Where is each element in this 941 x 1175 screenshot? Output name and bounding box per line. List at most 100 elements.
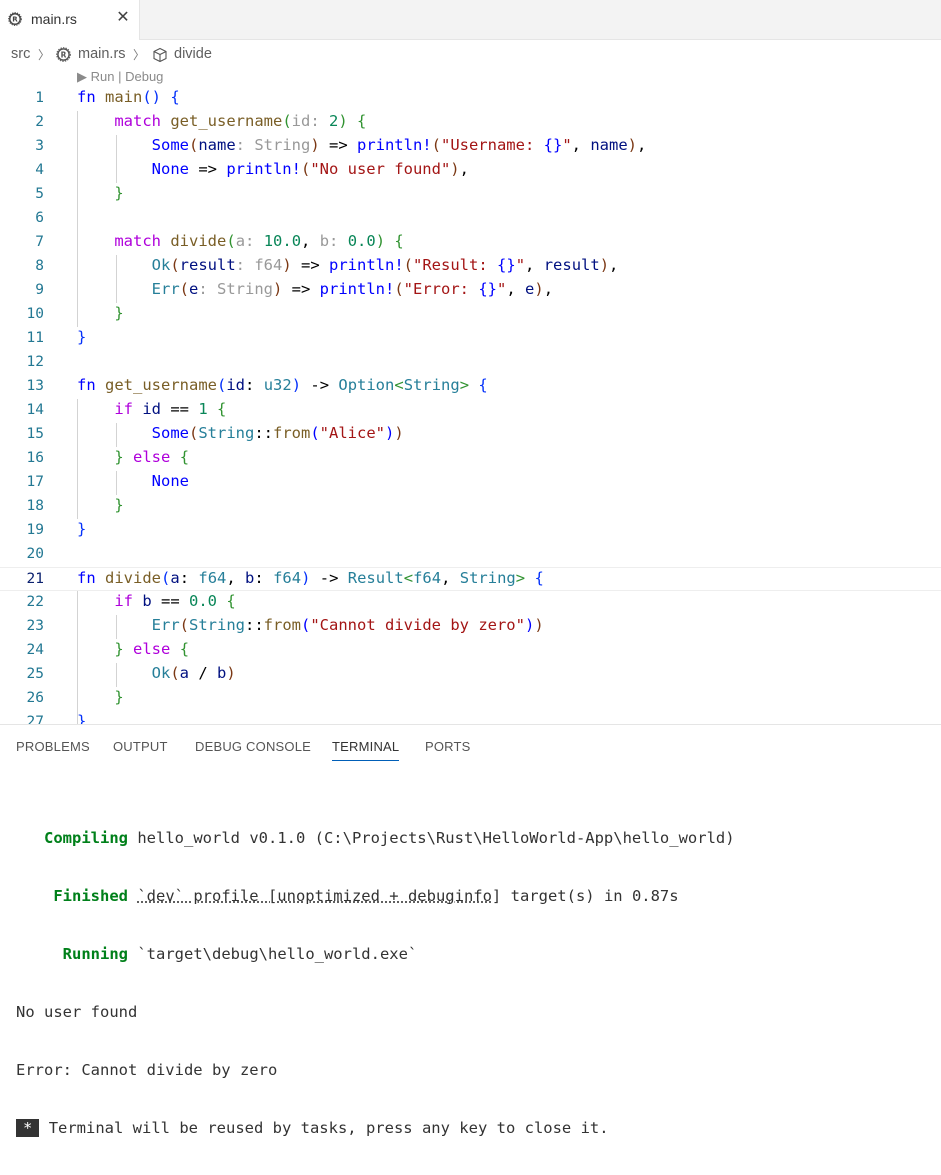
tab-output[interactable]: OUTPUT bbox=[113, 739, 168, 754]
chevron-right-icon: 〉 bbox=[133, 48, 146, 62]
code-line: 24 } else { bbox=[0, 639, 941, 663]
line-code: match get_username(id: 2) { bbox=[114, 112, 367, 130]
line-number: 15 bbox=[26, 426, 44, 442]
line-number: 21 bbox=[26, 571, 44, 587]
line-code: } bbox=[77, 328, 87, 346]
line-number: 9 bbox=[35, 282, 44, 298]
line-code: None => println!("No user found"), bbox=[151, 160, 469, 178]
rust-icon: R bbox=[8, 12, 22, 26]
terminal-line: Running `target\debug\hello_world.exe` bbox=[16, 943, 735, 965]
code-line: 16 } else { bbox=[0, 447, 941, 471]
line-code: fn divide(a: f64, b: f64) -> Result<f64,… bbox=[77, 569, 544, 587]
running-text: `target\debug\hello_world.exe` bbox=[137, 945, 418, 963]
line-code: Some(name: String) => println!("Username… bbox=[151, 136, 647, 154]
finished-rest: target(s) in 0.87s bbox=[510, 887, 679, 905]
line-number: 4 bbox=[35, 162, 44, 178]
line-code: } bbox=[114, 184, 124, 202]
code-line: 19} bbox=[0, 519, 941, 543]
code-line: 23 Err(String::from("Cannot divide by ze… bbox=[0, 615, 941, 639]
line-number: 16 bbox=[26, 450, 44, 466]
tab-problems[interactable]: PROBLEMS bbox=[16, 739, 90, 754]
codelens-run[interactable]: Run bbox=[91, 69, 115, 84]
bottom-panel: PROBLEMS OUTPUT DEBUG CONSOLE TERMINAL P… bbox=[0, 724, 941, 1137]
line-number: 6 bbox=[35, 210, 44, 226]
terminal-badge: * bbox=[16, 1119, 40, 1137]
code-line: 11} bbox=[0, 327, 941, 351]
code-line: 12 bbox=[0, 351, 941, 375]
line-number: 8 bbox=[35, 258, 44, 274]
tab-debug-console[interactable]: DEBUG CONSOLE bbox=[195, 739, 311, 754]
line-number: 12 bbox=[26, 354, 44, 370]
tab-ports[interactable]: PORTS bbox=[425, 739, 471, 754]
line-code: fn main() { bbox=[77, 88, 180, 106]
line-number: 24 bbox=[26, 642, 44, 658]
line-code: if id == 1 { bbox=[114, 400, 227, 418]
line-number: 11 bbox=[26, 330, 44, 346]
line-number: 5 bbox=[35, 186, 44, 202]
line-number: 7 bbox=[35, 234, 44, 250]
code-line: 7 match divide(a: 10.0, b: 0.0) { bbox=[0, 231, 941, 255]
panel-tabs: PROBLEMS OUTPUT DEBUG CONSOLE TERMINAL P… bbox=[0, 739, 941, 765]
code-line: 1 fn main() { bbox=[0, 87, 941, 111]
line-code: Err(e: String) => println!("Error: {}", … bbox=[151, 280, 554, 298]
line-number: 3 bbox=[35, 138, 44, 154]
code-line: 26 } bbox=[0, 687, 941, 711]
chevron-right-icon: 〉 bbox=[38, 48, 51, 62]
code-line: 15 Some(String::from("Alice")) bbox=[0, 423, 941, 447]
svg-text:R: R bbox=[12, 16, 18, 24]
line-number: 23 bbox=[26, 618, 44, 634]
code-line: 13 fn get_username(id: u32) -> Option<Str… bbox=[0, 375, 941, 399]
line-code: } bbox=[114, 304, 124, 322]
code-line: 2 match get_username(id: 2) { bbox=[0, 111, 941, 135]
code-line: 10 } bbox=[0, 303, 941, 327]
code-line: 20 bbox=[0, 543, 941, 567]
terminal-reuse-message: Terminal will be reused by tasks, press … bbox=[48, 1119, 609, 1137]
breadcrumb-main-rs[interactable]: main.rs bbox=[78, 46, 126, 62]
line-code: } else { bbox=[114, 448, 190, 466]
tab-label: main.rs bbox=[31, 11, 77, 27]
svg-text:R: R bbox=[61, 50, 67, 59]
line-code: } bbox=[114, 496, 124, 514]
line-number: 1 bbox=[35, 90, 44, 106]
code-line: 4 None => println!("No user found"), bbox=[0, 159, 941, 183]
rust-icon: R bbox=[56, 47, 71, 62]
codelens-debug[interactable]: Debug bbox=[125, 69, 163, 84]
code-line: 5 } bbox=[0, 183, 941, 207]
breadcrumb-src[interactable]: src bbox=[11, 46, 30, 62]
tab-terminal[interactable]: TERMINAL bbox=[332, 739, 400, 761]
line-number: 18 bbox=[26, 498, 44, 514]
code-line: 6 bbox=[0, 207, 941, 231]
line-number: 2 bbox=[35, 114, 44, 130]
terminal-output[interactable]: Compiling hello_world v0.1.0 (C:\Project… bbox=[16, 791, 735, 1175]
line-code: } bbox=[77, 712, 87, 724]
line-number: 26 bbox=[26, 690, 44, 706]
close-icon[interactable]: ✕ bbox=[114, 9, 132, 27]
line-code: } bbox=[77, 520, 87, 538]
line-code: } bbox=[114, 688, 124, 706]
compiling-label: Compiling bbox=[44, 829, 128, 847]
code-editor[interactable]: 1 fn main() { 2 match get_username(id: 2)… bbox=[0, 87, 941, 724]
line-number: 25 bbox=[26, 666, 44, 682]
code-line: 14 if id == 1 { bbox=[0, 399, 941, 423]
cube-icon bbox=[153, 47, 167, 63]
line-number: 14 bbox=[26, 402, 44, 418]
line-code: Ok(a / b) bbox=[151, 664, 236, 682]
running-label: Running bbox=[62, 945, 128, 963]
line-number: 20 bbox=[26, 546, 44, 562]
breadcrumb-divide[interactable]: divide bbox=[174, 46, 212, 62]
breadcrumb: src 〉 R main.rs 〉 divide bbox=[0, 42, 941, 68]
terminal-line: Finished `dev` profile [unoptimized + de… bbox=[16, 885, 735, 907]
terminal-line: * Terminal will be reused by tasks, pres… bbox=[16, 1117, 735, 1139]
code-line: 8 Ok(result: f64) => println!("Result: {… bbox=[0, 255, 941, 279]
line-number: 27 bbox=[26, 714, 44, 724]
code-line: 9 Err(e: String) => println!("Error: {}"… bbox=[0, 279, 941, 303]
code-line: 25 Ok(a / b) bbox=[0, 663, 941, 687]
line-code: if b == 0.0 { bbox=[114, 592, 236, 610]
line-code: fn get_username(id: u32) -> Option<Strin… bbox=[77, 376, 488, 394]
line-code: match divide(a: 10.0, b: 0.0) { bbox=[114, 232, 404, 250]
terminal-line: Compiling hello_world v0.1.0 (C:\Project… bbox=[16, 827, 735, 849]
play-icon: ▶ bbox=[77, 69, 87, 84]
code-line: 27} bbox=[0, 711, 941, 724]
line-number: 22 bbox=[26, 594, 44, 610]
tab-main-rs[interactable]: R main.rs ✕ bbox=[0, 0, 140, 40]
